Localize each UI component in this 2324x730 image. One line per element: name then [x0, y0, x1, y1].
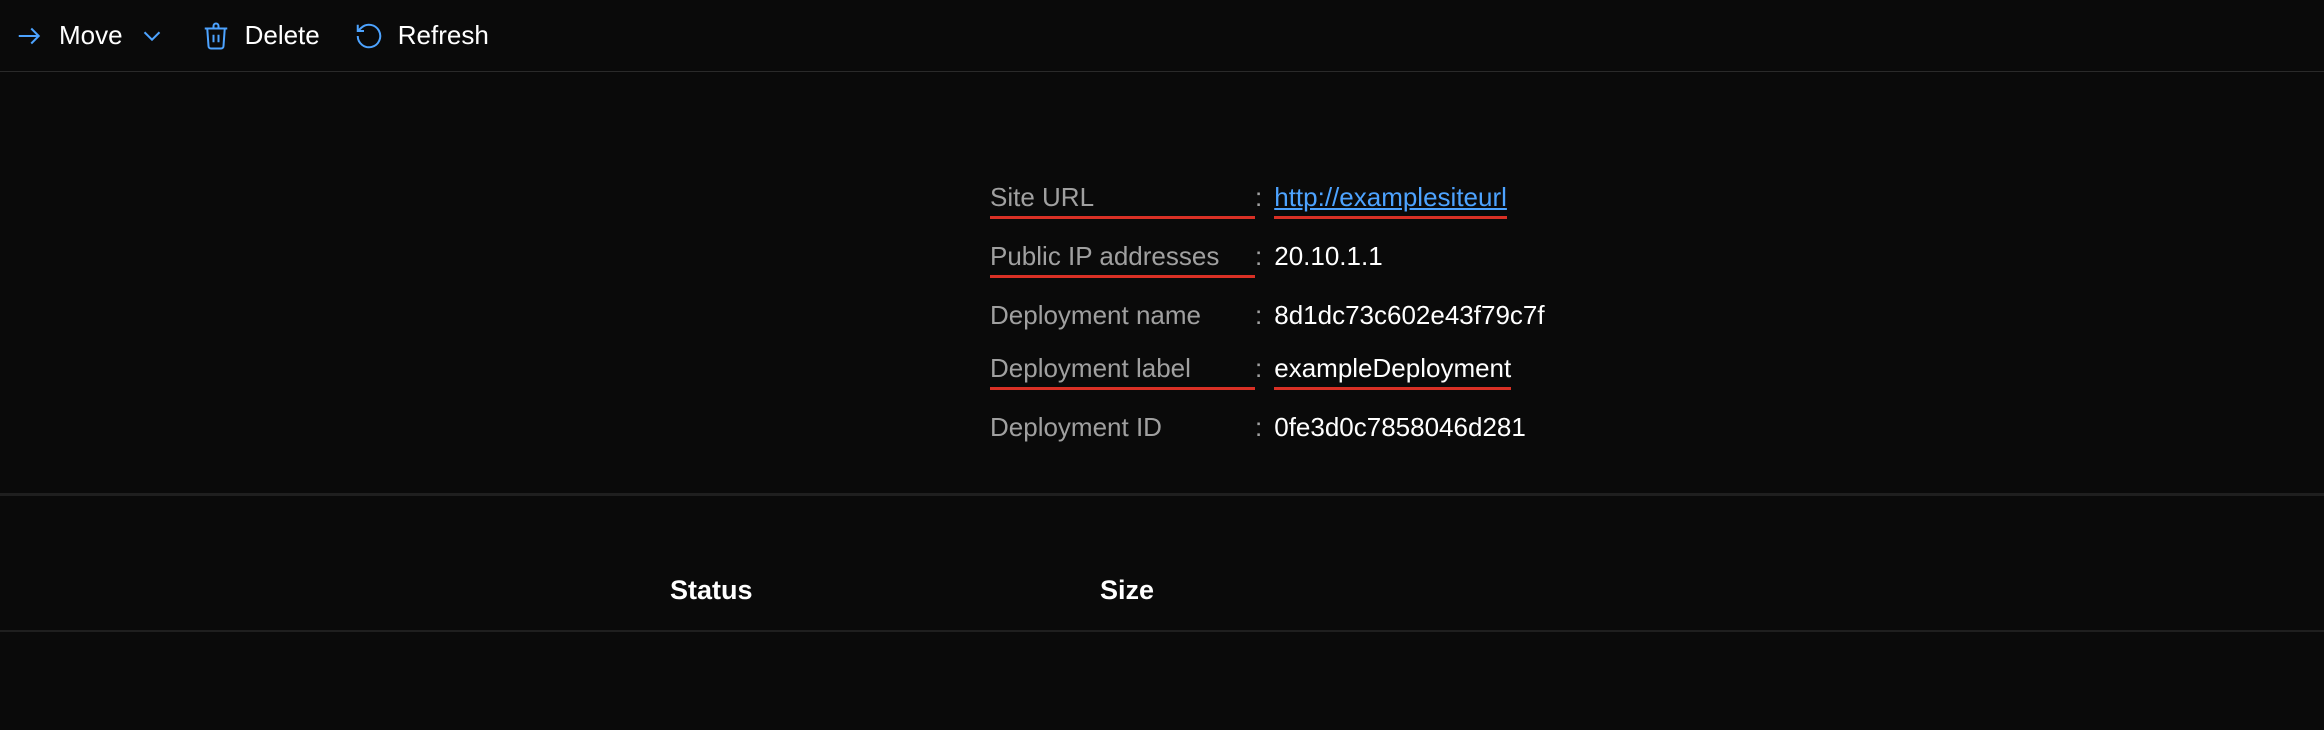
property-colon: : — [1255, 412, 1262, 443]
property-row-deployment-label: Deployment label : exampleDeployment — [990, 353, 2324, 390]
property-label: Deployment ID — [990, 412, 1255, 443]
chevron-down-icon — [137, 21, 167, 51]
table-column-spacer — [0, 575, 670, 606]
move-label: Move — [59, 20, 123, 51]
refresh-button[interactable]: Refresh — [354, 20, 489, 51]
property-colon: : — [1255, 300, 1262, 331]
property-value: 20.10.1.1 — [1274, 241, 1382, 272]
property-row-deployment-name: Deployment name : 8d1dc73c602e43f79c7f — [990, 300, 2324, 331]
table-area: Status Size — [0, 493, 2324, 632]
toolbar: Move Delete Refresh — [0, 0, 2324, 72]
property-colon: : — [1255, 182, 1262, 213]
property-colon: : — [1255, 241, 1262, 272]
property-row-deployment-id: Deployment ID : 0fe3d0c7858046d281 — [990, 412, 2324, 443]
trash-icon — [201, 21, 231, 51]
refresh-icon — [354, 21, 384, 51]
refresh-label: Refresh — [398, 20, 489, 51]
table-header-row: Status Size — [0, 551, 2324, 630]
property-row-public-ip: Public IP addresses : 20.10.1.1 — [990, 241, 2324, 278]
property-colon: : — [1255, 353, 1262, 384]
move-button[interactable]: Move — [15, 20, 167, 51]
property-label: Site URL — [990, 182, 1255, 219]
property-value: exampleDeployment — [1274, 353, 1511, 390]
delete-label: Delete — [245, 20, 320, 51]
table-column-size[interactable]: Size — [1100, 575, 2324, 606]
table-spacer — [0, 495, 2324, 551]
property-label: Deployment name — [990, 300, 1255, 331]
property-value: 0fe3d0c7858046d281 — [1274, 412, 1526, 443]
delete-button[interactable]: Delete — [201, 20, 320, 51]
table-column-status[interactable]: Status — [670, 575, 1100, 606]
property-label: Public IP addresses — [990, 241, 1255, 278]
arrow-right-icon — [15, 21, 45, 51]
properties-panel: Site URL : http://examplesiteurl Public … — [0, 72, 2324, 443]
property-row-site-url: Site URL : http://examplesiteurl — [990, 182, 2324, 219]
site-url-link[interactable]: http://examplesiteurl — [1274, 182, 1507, 219]
property-value: 8d1dc73c602e43f79c7f — [1274, 300, 1544, 331]
property-label: Deployment label — [990, 353, 1255, 390]
